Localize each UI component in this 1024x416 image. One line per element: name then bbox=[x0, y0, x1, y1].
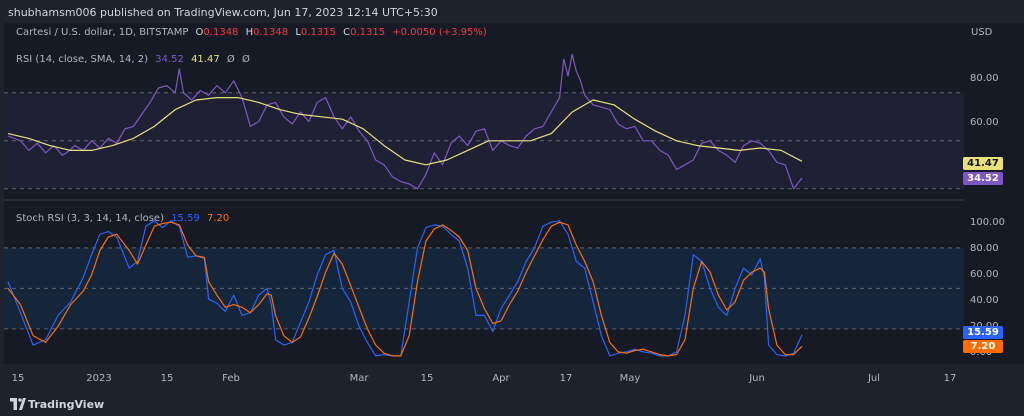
footer-bar bbox=[0, 390, 1024, 416]
tradingview-brand[interactable]: TradingView bbox=[28, 398, 104, 411]
currency-label: USD bbox=[971, 27, 993, 38]
stoch-d-legend-value: 7.20 bbox=[207, 213, 230, 224]
stoch-y-tick: 80.00 bbox=[970, 243, 999, 254]
high-label: H bbox=[245, 27, 254, 38]
low-value: 0.1315 bbox=[300, 27, 336, 38]
rsi-legend-extra-2: Ø bbox=[241, 54, 250, 65]
x-tick-label: 2023 bbox=[86, 373, 112, 384]
rsi-legend: RSI (14, close, SMA, 14, 2) 34.52 41.47 … bbox=[16, 54, 254, 65]
x-tick-label: 17 bbox=[559, 373, 573, 384]
rsi-y-tick: 80.00 bbox=[970, 73, 999, 84]
stoch-legend: Stoch RSI (3, 3, 14, 14, close) 15.59 7.… bbox=[16, 213, 233, 224]
stoch-legend-title[interactable]: Stoch RSI (3, 3, 14, 14, close) bbox=[16, 213, 164, 224]
stoch-y-tick: 100.00 bbox=[970, 217, 1005, 228]
symbol-legend: Cartesi / U.S. dollar, 1D, BITSTAMP O0.1… bbox=[16, 27, 491, 38]
stoch-y-tick: 60.00 bbox=[970, 269, 999, 280]
change-value: +0.0050 (+3.95%) bbox=[392, 27, 487, 38]
close-value: 0.1315 bbox=[350, 27, 386, 38]
x-tick-label: 15 bbox=[420, 373, 434, 384]
rsi-legend-title[interactable]: RSI (14, close, SMA, 14, 2) bbox=[16, 54, 148, 65]
x-tick-label: Jun bbox=[749, 373, 765, 384]
stoch-k-legend-value: 15.59 bbox=[171, 213, 200, 224]
stoch-k-price-badge: 15.59 bbox=[963, 326, 1003, 339]
rsi-legend-extra-1: Ø bbox=[226, 54, 235, 65]
rsi-sma-price-badge: 41.47 bbox=[963, 157, 1003, 170]
high-value: 0.1348 bbox=[253, 27, 289, 38]
rsi-price-badge: 34.52 bbox=[963, 172, 1003, 185]
x-tick-label: Apr bbox=[492, 373, 510, 384]
x-tick-label: Feb bbox=[222, 373, 240, 384]
open-value: 0.1348 bbox=[203, 27, 239, 38]
x-tick-label: 15 bbox=[11, 373, 25, 384]
symbol-name[interactable]: Cartesi / U.S. dollar, 1D, BITSTAMP bbox=[16, 27, 188, 38]
tradingview-logo-icon[interactable] bbox=[10, 398, 26, 410]
stoch-y-tick: 40.00 bbox=[970, 295, 999, 306]
x-tick-label: 15 bbox=[160, 373, 174, 384]
rsi-y-tick: 60.00 bbox=[970, 117, 999, 128]
x-tick-label: May bbox=[619, 373, 641, 384]
x-tick-label: Jul bbox=[867, 373, 881, 384]
stoch-d-price-badge: 7.20 bbox=[963, 340, 1003, 353]
x-tick-label: 17 bbox=[943, 373, 957, 384]
rsi-sma-legend-value: 41.47 bbox=[191, 54, 220, 65]
rsi-legend-value: 34.52 bbox=[155, 54, 184, 65]
x-tick-label: Mar bbox=[349, 373, 369, 384]
